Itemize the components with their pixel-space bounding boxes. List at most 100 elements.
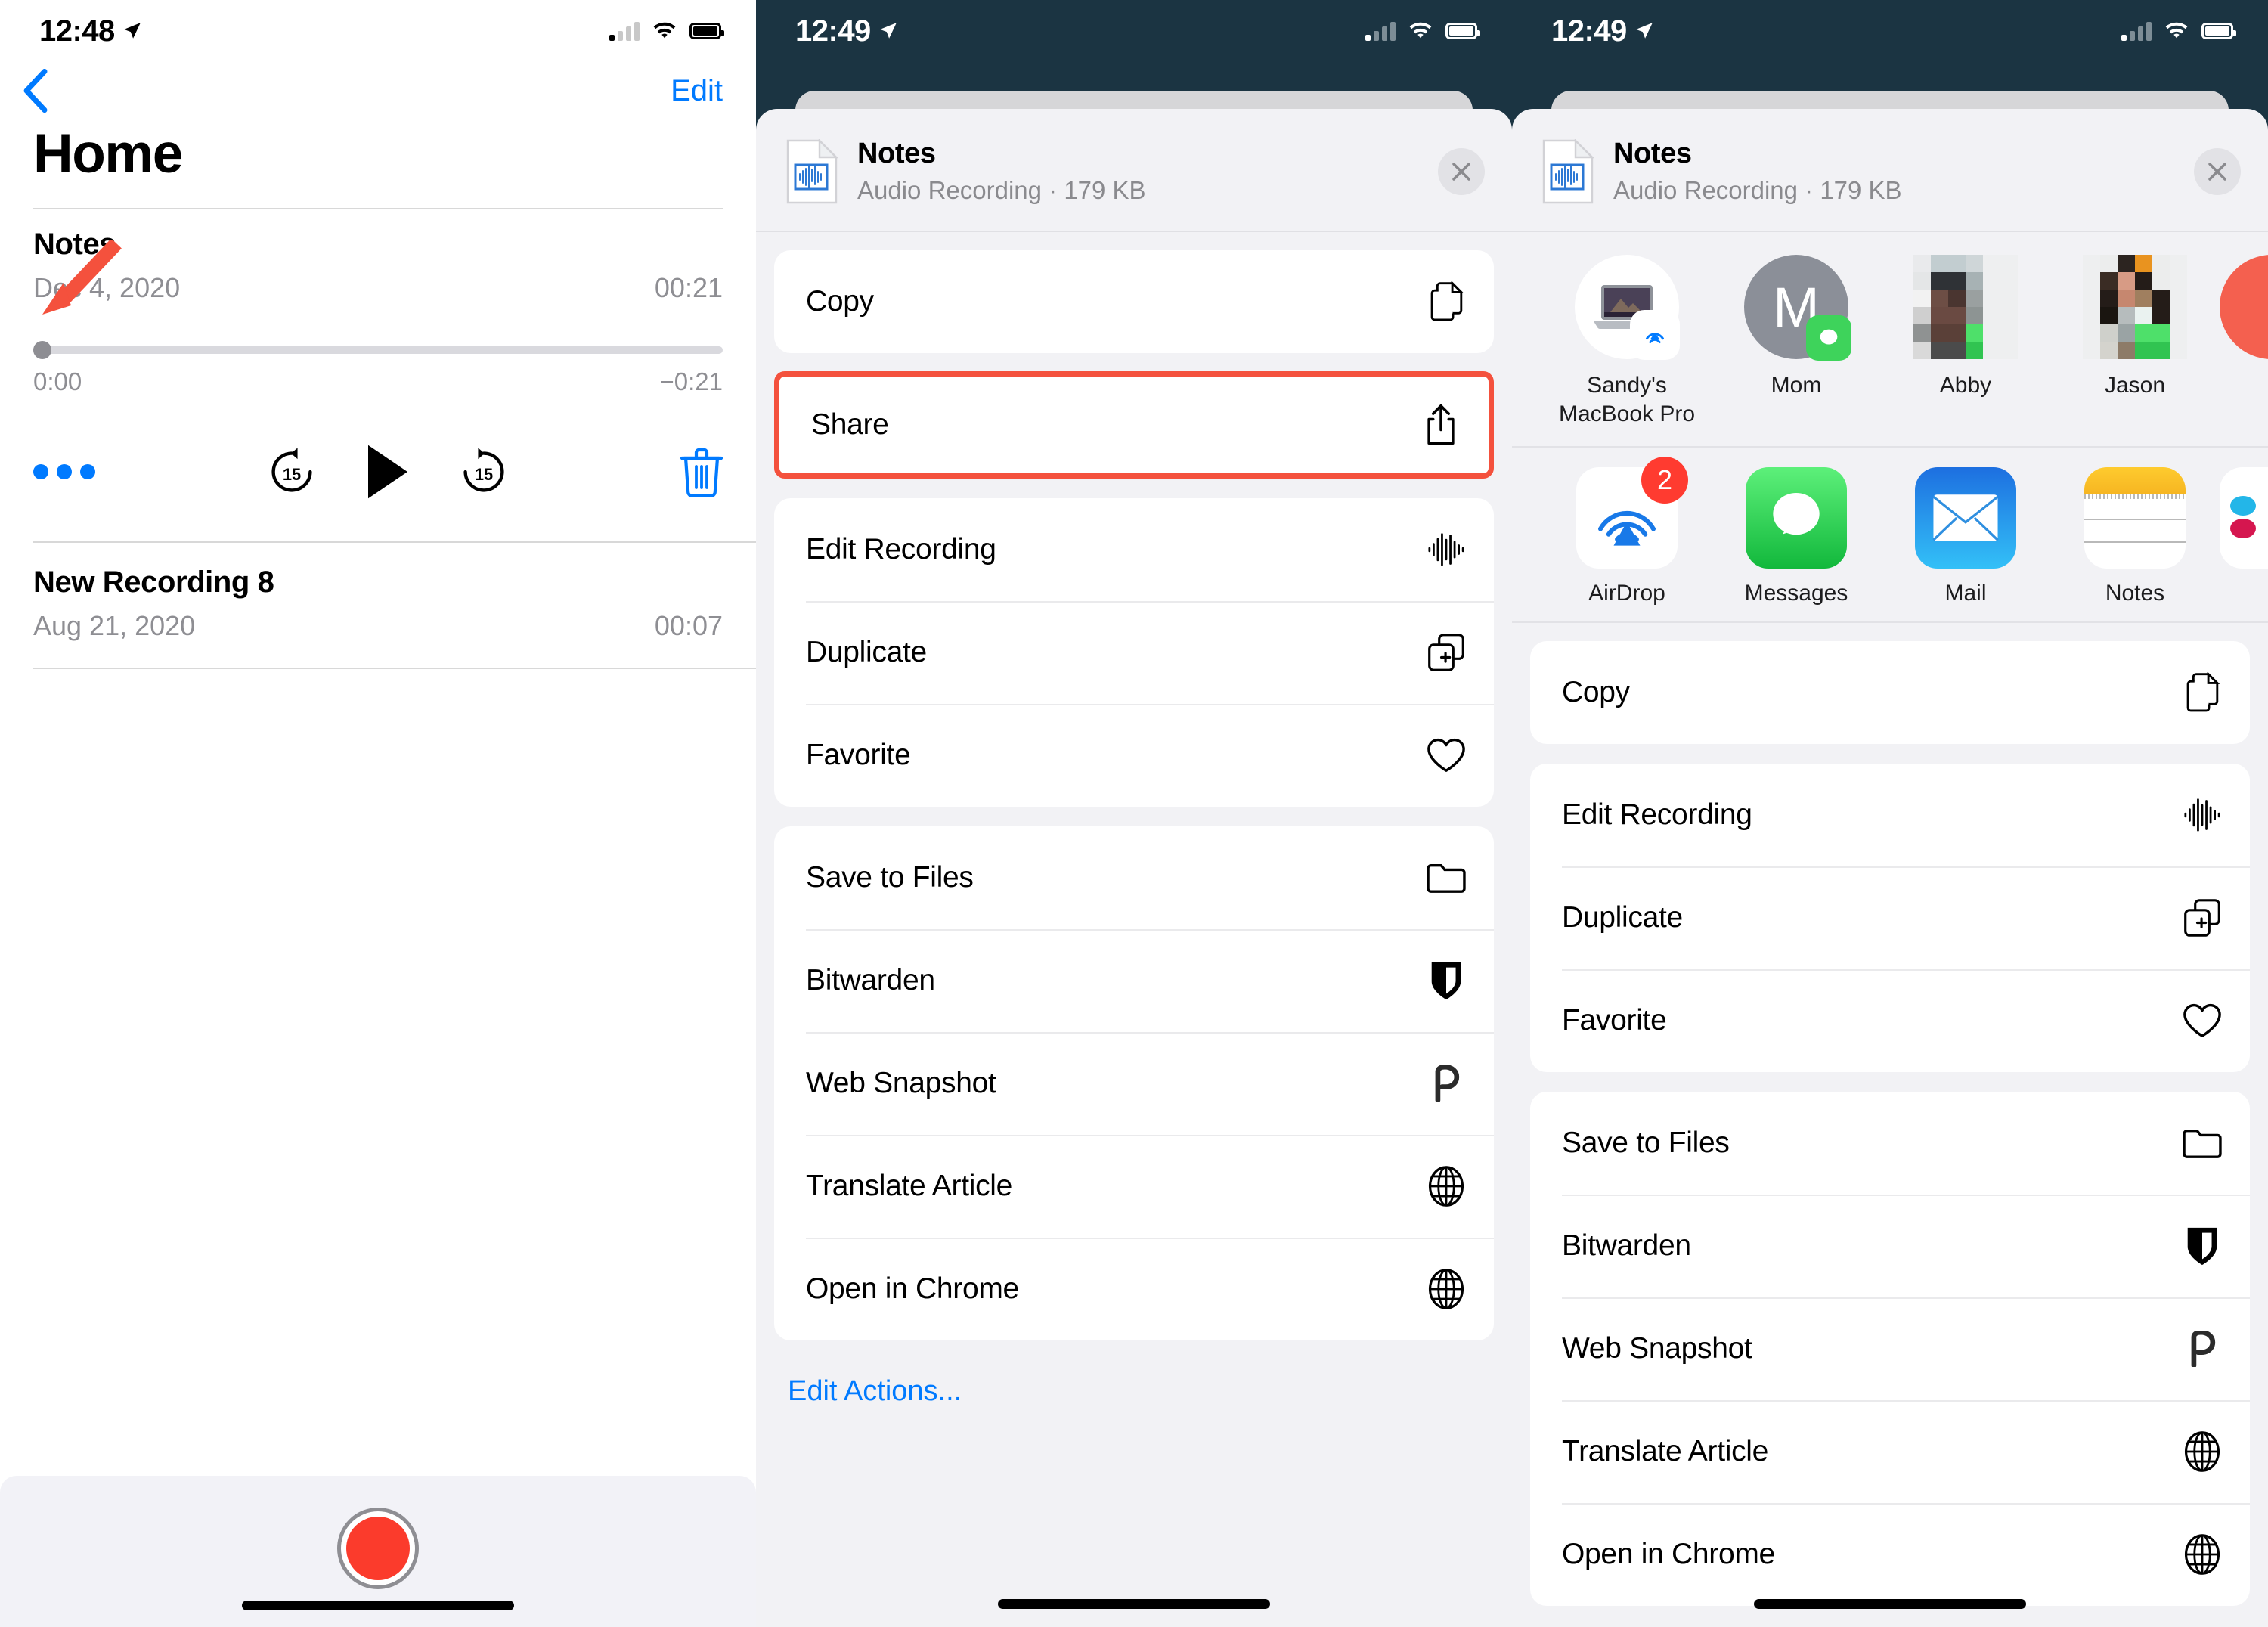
slider-knob[interactable] bbox=[33, 341, 51, 359]
action-label: Web Snapshot bbox=[806, 1067, 996, 1099]
panel-voice-memos-list: 12:48 Edit Home Notes Dec 4, 2020 00:21 … bbox=[0, 0, 756, 1627]
recording-meta: Dec 4, 2020 00:21 bbox=[33, 272, 723, 304]
action-row-web-snapshot[interactable]: Web Snapshot bbox=[1530, 1297, 2250, 1400]
avatar bbox=[1913, 255, 2018, 359]
share-app-label: AirDrop bbox=[1588, 581, 1665, 606]
skip-back-label: 15 bbox=[283, 465, 301, 484]
location-arrow-icon bbox=[123, 23, 141, 39]
action-label: Copy bbox=[1562, 676, 1630, 708]
action-label: Edit Recording bbox=[1562, 798, 1752, 831]
action-row-translate-article[interactable]: Translate Article bbox=[774, 1135, 1494, 1238]
status-bar: 12:49 bbox=[1512, 0, 2268, 54]
divider bbox=[33, 668, 756, 669]
panel-share-sheet-with-targets: 12:49 Notes Audio Recording · 179 KB San… bbox=[1512, 0, 2268, 1627]
status-time-text: 12:48 bbox=[39, 14, 115, 48]
share-sheet: Notes Audio Recording · 179 KB Copy Shar… bbox=[756, 109, 1512, 1627]
action-row-translate-article[interactable]: Translate Article bbox=[1530, 1400, 2250, 1503]
share-target-label: Abby bbox=[1939, 373, 1992, 398]
action-label: Favorite bbox=[1562, 1004, 1667, 1037]
action-group-editing: Edit Recording Duplicate Favorite bbox=[774, 498, 1494, 807]
recording-duration: 00:21 bbox=[654, 272, 723, 303]
close-x-icon bbox=[2208, 162, 2226, 181]
action-row-open-in-chrome[interactable]: Open in Chrome bbox=[1530, 1503, 2250, 1606]
action-label: Favorite bbox=[806, 739, 911, 771]
action-label: Bitwarden bbox=[806, 964, 935, 996]
close-button[interactable] bbox=[1438, 147, 1485, 195]
web-snapshot-p-icon bbox=[2182, 1328, 2223, 1369]
action-row-copy[interactable]: Copy bbox=[774, 250, 1494, 353]
action-row-edit-recording[interactable]: Edit Recording bbox=[1530, 764, 2250, 866]
notes-icon bbox=[2084, 467, 2186, 569]
panel-share-sheet-actions: 12:49 Notes Audio Recording · 179 KB Cop… bbox=[756, 0, 1512, 1627]
share-app-label: Mail bbox=[1944, 581, 1987, 606]
skip-back-15-icon[interactable]: 15 bbox=[264, 444, 320, 500]
share-app-mail[interactable]: Mail bbox=[1881, 467, 2050, 606]
share-app-partial[interactable] bbox=[2220, 467, 2268, 569]
recording-date: Dec 4, 2020 bbox=[33, 272, 181, 303]
status-time: 12:48 bbox=[39, 14, 142, 48]
trash-icon[interactable] bbox=[680, 447, 723, 497]
action-label: Bitwarden bbox=[1562, 1229, 1691, 1262]
share-target-jason[interactable]: Jason bbox=[2050, 255, 2220, 400]
recording-date: Aug 21, 2020 bbox=[33, 610, 196, 641]
more-options-ellipsis-icon[interactable] bbox=[33, 464, 95, 479]
time-labels: 0:00 −0:21 bbox=[33, 367, 723, 396]
action-row-copy[interactable]: Copy bbox=[1530, 641, 2250, 744]
battery-full-icon bbox=[689, 23, 724, 39]
action-group-share-highlighted: Share bbox=[774, 371, 1494, 479]
record-button[interactable] bbox=[337, 1508, 419, 1589]
chevron-left-icon[interactable] bbox=[23, 69, 48, 113]
heart-icon bbox=[2182, 1000, 2223, 1041]
status-time-text: 12:49 bbox=[795, 14, 871, 48]
share-app-notes[interactable]: Notes bbox=[2050, 467, 2220, 606]
action-row-bitwarden[interactable]: Bitwarden bbox=[1530, 1195, 2250, 1297]
action-row-web-snapshot[interactable]: Web Snapshot bbox=[774, 1032, 1494, 1135]
play-icon[interactable] bbox=[364, 442, 412, 501]
edit-button[interactable]: Edit bbox=[671, 74, 723, 108]
location-arrow-icon bbox=[1635, 23, 1653, 39]
recording-item-expanded[interactable]: Notes Dec 4, 2020 00:21 bbox=[0, 209, 756, 304]
playback-slider[interactable]: 0:00 −0:21 bbox=[0, 341, 756, 396]
status-time: 12:49 bbox=[1551, 14, 1654, 48]
action-row-favorite[interactable]: Favorite bbox=[774, 704, 1494, 807]
wifi-icon bbox=[1409, 22, 1432, 39]
messages-icon bbox=[1746, 467, 1847, 569]
bitwarden-shield-icon bbox=[2182, 1226, 2223, 1266]
blurred-photo-jason bbox=[2083, 255, 2187, 359]
action-row-duplicate[interactable]: Duplicate bbox=[1530, 866, 2250, 969]
share-app-messages[interactable]: Messages bbox=[1712, 467, 1881, 606]
page-title: Home bbox=[33, 123, 183, 184]
share-target-mom[interactable]: M Mom bbox=[1712, 255, 1881, 400]
globe-icon bbox=[1426, 1166, 1467, 1207]
copy-documents-icon bbox=[1426, 281, 1467, 322]
avatar bbox=[2083, 255, 2187, 359]
action-row-open-in-chrome[interactable]: Open in Chrome bbox=[774, 1238, 1494, 1340]
avatar bbox=[1575, 255, 1679, 359]
bitwarden-shield-icon bbox=[1426, 960, 1467, 1001]
action-row-save-to-files[interactable]: Save to Files bbox=[1530, 1092, 2250, 1195]
battery-full-icon bbox=[1445, 23, 1480, 39]
close-x-icon bbox=[1452, 162, 1470, 181]
edit-actions-button[interactable]: Edit Actions... bbox=[756, 1340, 1512, 1408]
share-app-airdrop[interactable]: 2 AirDrop bbox=[1542, 457, 1712, 606]
home-indicator bbox=[242, 1601, 514, 1610]
recording-meta: Aug 21, 2020 00:07 bbox=[33, 610, 723, 642]
action-row-duplicate[interactable]: Duplicate bbox=[774, 601, 1494, 704]
file-subtitle: Audio Recording · 179 KB bbox=[1613, 176, 1902, 204]
close-button[interactable] bbox=[2194, 147, 2241, 195]
badge-count: 2 bbox=[1641, 457, 1688, 504]
action-row-share[interactable]: Share bbox=[779, 377, 1489, 473]
skip-forward-label: 15 bbox=[475, 465, 493, 484]
slider-track[interactable] bbox=[33, 341, 723, 359]
skip-forward-15-icon[interactable]: 15 bbox=[456, 444, 512, 500]
share-target-macbook[interactable]: Sandy's MacBook Pro bbox=[1542, 255, 1712, 428]
action-row-favorite[interactable]: Favorite bbox=[1530, 969, 2250, 1072]
action-row-edit-recording[interactable]: Edit Recording bbox=[774, 498, 1494, 601]
action-row-save-to-files[interactable]: Save to Files bbox=[774, 826, 1494, 929]
share-target-partial[interactable] bbox=[2220, 255, 2268, 359]
action-row-bitwarden[interactable]: Bitwarden bbox=[774, 929, 1494, 1032]
waveform-icon bbox=[1426, 529, 1467, 570]
status-bar: 12:48 bbox=[0, 0, 756, 54]
share-target-abby[interactable]: Abby bbox=[1881, 255, 2050, 400]
recording-item[interactable]: New Recording 8 Aug 21, 2020 00:07 bbox=[0, 543, 756, 642]
